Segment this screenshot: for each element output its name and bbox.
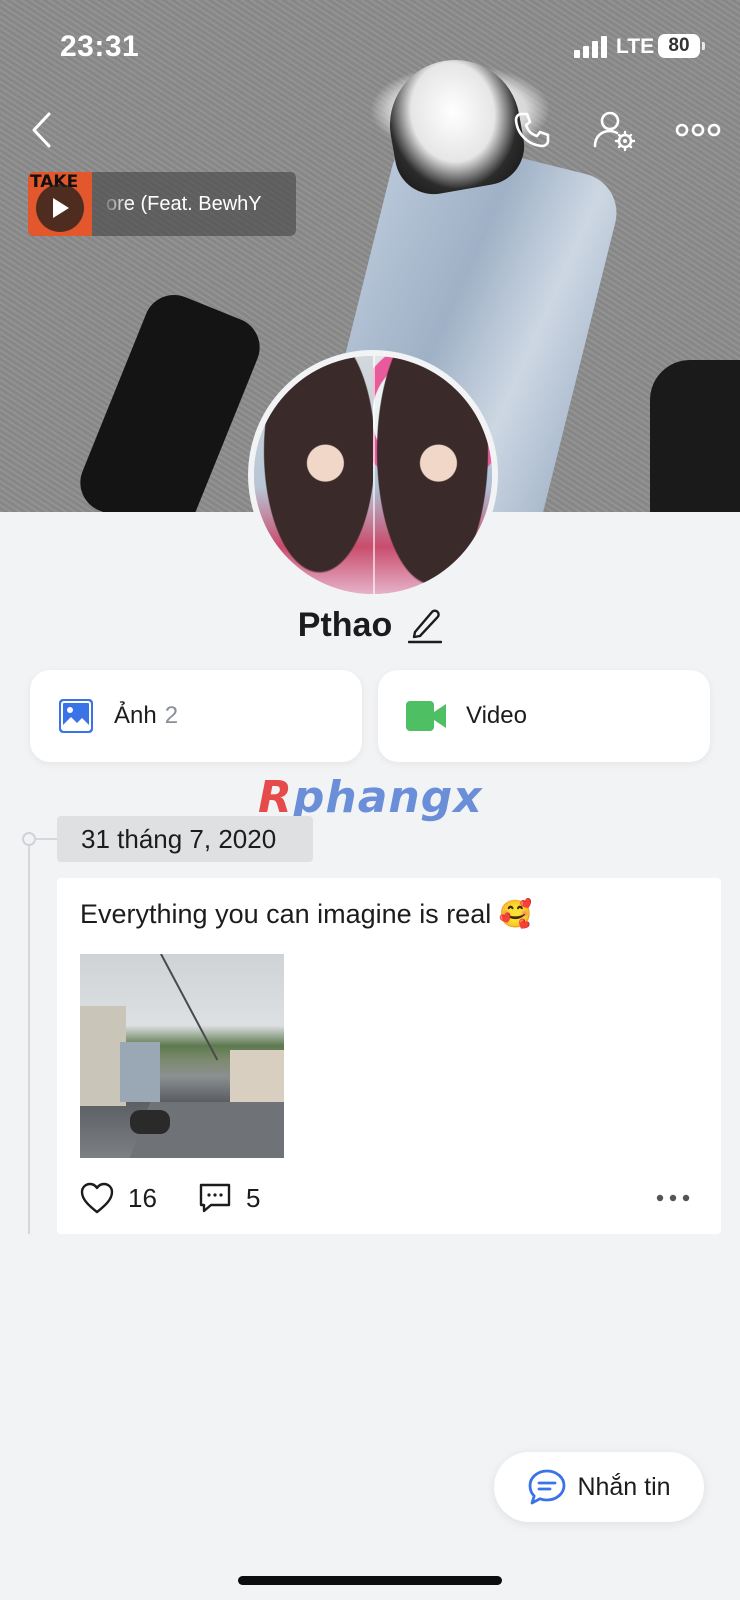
avatar-right-half [373, 356, 492, 594]
comment-icon [199, 1183, 231, 1213]
profile-settings-button[interactable] [584, 100, 644, 160]
comment-button[interactable]: 5 [198, 1182, 260, 1214]
more-dots-icon [656, 1194, 690, 1202]
status-bar: 23:31 LTE 80 [0, 0, 740, 90]
photo-motorbike [130, 1110, 170, 1134]
more-horizontal-icon [675, 123, 721, 137]
timeline-dot [22, 832, 36, 846]
cover-shadow-right [650, 360, 740, 512]
post-photo[interactable] [80, 954, 284, 1158]
album-cover: TAKE [28, 172, 92, 236]
photos-label: Ảnh [114, 702, 157, 729]
photo-building [230, 1050, 284, 1110]
profile-avatar[interactable] [248, 350, 498, 600]
song-title: ore (Feat. BewhY [106, 192, 262, 215]
top-navigation [0, 100, 740, 160]
like-count: 16 [128, 1182, 157, 1213]
battery-icon: 80 [658, 34, 705, 58]
heart-icon [80, 1182, 114, 1214]
photos-card[interactable]: Ảnh 2 [30, 670, 362, 762]
avatar-divider [373, 356, 375, 594]
chevron-left-icon [32, 112, 51, 148]
watermark-part2: phangx [292, 772, 483, 823]
phone-icon [514, 112, 550, 148]
home-indicator[interactable] [238, 1576, 502, 1585]
video-camera-icon [406, 701, 446, 731]
back-button[interactable] [12, 100, 72, 160]
play-button[interactable] [36, 184, 84, 232]
avatar-left-half [254, 356, 373, 594]
play-icon [53, 198, 69, 218]
edit-name-icon[interactable] [408, 606, 443, 644]
like-button[interactable]: 16 [80, 1182, 157, 1214]
profile-name: Pthao [297, 605, 393, 644]
timeline-line [28, 838, 30, 1234]
send-message-label: Nhắn tin [577, 1472, 671, 1501]
profile-name-row: Pthao [0, 600, 740, 650]
timeline-post[interactable]: Everything you can imagine is real 🥰 16 … [57, 878, 721, 1234]
photo-icon [59, 699, 93, 733]
post-caption: Everything you can imagine is real 🥰 [80, 899, 533, 929]
videos-card[interactable]: Video [378, 670, 710, 762]
call-button[interactable] [502, 100, 562, 160]
cover-shadow [71, 285, 269, 512]
more-options-button[interactable] [668, 100, 728, 160]
post-date-chip: 31 tháng 7, 2020 [57, 816, 313, 862]
profile-music-player[interactable]: TAKE ore (Feat. BewhY [28, 172, 296, 236]
timeline-stub [36, 838, 58, 840]
send-message-button[interactable]: Nhắn tin [494, 1452, 704, 1522]
post-more-button[interactable] [656, 1194, 690, 1202]
photo-building [120, 1042, 160, 1102]
user-settings-icon [593, 111, 636, 152]
photos-count: 2 [164, 702, 179, 729]
comment-count: 5 [246, 1182, 261, 1213]
videos-label: Video [466, 702, 527, 729]
network-type: LTE [616, 35, 655, 58]
signal-icon [574, 36, 608, 58]
post-actions: 16 5 [80, 1182, 700, 1222]
chat-bubble-icon [529, 1469, 566, 1505]
status-time: 23:31 [60, 30, 140, 63]
photo-wire [160, 954, 219, 1061]
